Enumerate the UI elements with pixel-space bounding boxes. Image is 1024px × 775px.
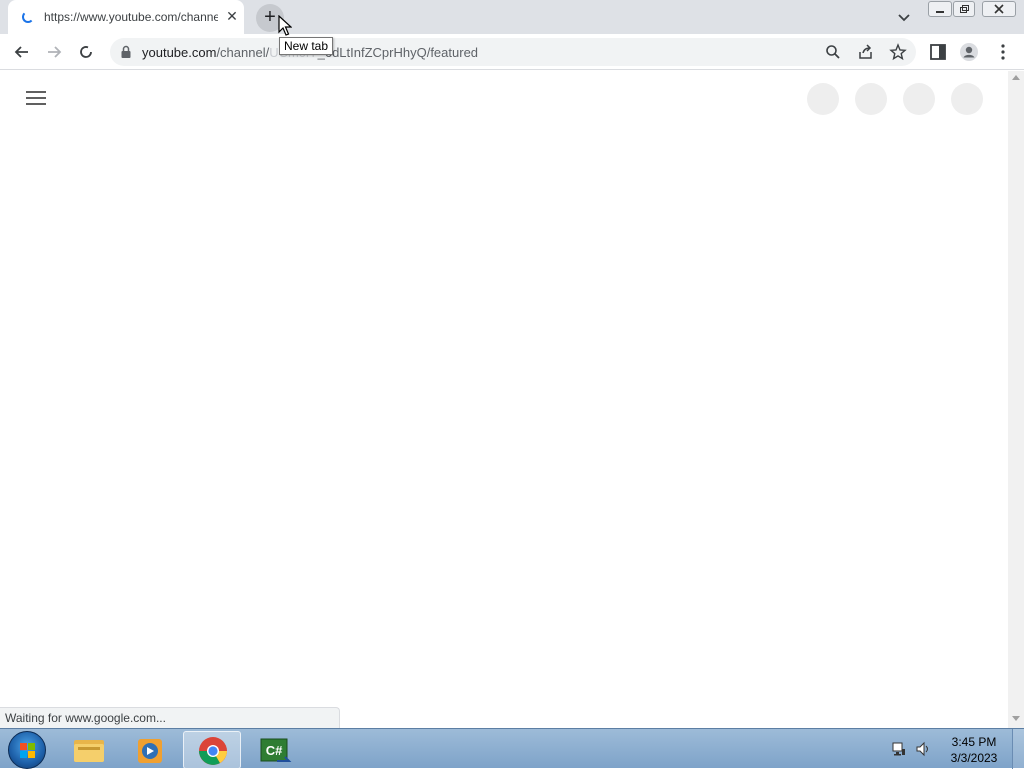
placeholder-avatar xyxy=(807,83,839,115)
url-path: /channel/ xyxy=(216,45,270,60)
url-host: youtube.com xyxy=(142,45,217,60)
bookmark-star-icon[interactable] xyxy=(889,43,907,61)
side-panel-icon[interactable] xyxy=(927,41,949,63)
clock-time: 3:45 PM xyxy=(951,735,997,749)
page-content xyxy=(0,71,1008,728)
close-window-button[interactable] xyxy=(982,1,1016,17)
status-bubble: Waiting for www.google.com... xyxy=(0,707,340,728)
taskbar-media-player[interactable] xyxy=(121,731,179,769)
show-desktop-button[interactable] xyxy=(1012,729,1024,769)
scroll-up-arrow-icon[interactable] xyxy=(1012,75,1020,80)
more-menu-icon[interactable] xyxy=(992,41,1014,63)
arrow-right-icon[interactable] xyxy=(43,41,65,63)
taskbar-chrome[interactable] xyxy=(183,731,241,769)
profile-avatar-icon[interactable] xyxy=(958,41,980,63)
system-clock[interactable]: 3:45 PM 3/3/2023 xyxy=(940,734,1008,766)
chevron-down-icon[interactable] xyxy=(894,7,914,27)
placeholder-avatar xyxy=(903,83,935,115)
network-icon[interactable] xyxy=(891,741,907,757)
address-bar[interactable]: youtube.com/channel/UCm0iY_6dLtInfZCprHh… xyxy=(110,38,916,66)
lock-icon[interactable] xyxy=(120,45,132,59)
windows-logo-icon xyxy=(20,743,35,758)
browser-tab-youtube[interactable]: https://www.youtube.com/channel/UCm0iY_6… xyxy=(8,0,244,34)
taskbar-file-explorer[interactable] xyxy=(60,731,118,769)
taskbar-csharp-app[interactable]: C# xyxy=(245,731,303,769)
vertical-scrollbar[interactable] xyxy=(1008,71,1024,728)
start-button[interactable] xyxy=(8,731,46,769)
svg-text:C#: C# xyxy=(266,743,283,758)
restore-button[interactable] xyxy=(953,1,975,17)
windows-taskbar: C# 3:45 PM 3/3/2023 xyxy=(0,728,1024,769)
zoom-search-icon[interactable] xyxy=(824,43,842,61)
placeholder-avatar xyxy=(855,83,887,115)
mouse-cursor-icon xyxy=(278,15,292,36)
clock-date: 3/3/2023 xyxy=(950,751,998,765)
tab-title: https://www.youtube.com/channel/UCm0iY_6… xyxy=(44,10,218,24)
loading-spinner-icon xyxy=(22,11,34,23)
new-tab-tooltip: New tab xyxy=(279,37,334,55)
chrome-icon xyxy=(199,737,227,765)
hamburger-menu-icon[interactable] xyxy=(26,91,46,107)
arrow-left-icon[interactable] xyxy=(11,41,33,63)
media-player-icon xyxy=(138,739,162,763)
reload-icon[interactable] xyxy=(75,41,97,63)
minimize-button[interactable] xyxy=(928,1,952,17)
csharp-icon: C# xyxy=(260,738,292,762)
folder-icon xyxy=(74,740,104,762)
url-path-end: _6dLtInfZCprHhyQ/featured xyxy=(317,45,479,60)
close-icon[interactable]: ✕ xyxy=(224,8,240,24)
scroll-down-arrow-icon[interactable] xyxy=(1012,716,1020,721)
placeholder-avatar xyxy=(951,83,983,115)
browser-toolbar: youtube.com/channel/UCm0iY_6dLtInfZCprHh… xyxy=(0,34,1024,70)
volume-icon[interactable] xyxy=(915,741,931,757)
share-icon[interactable] xyxy=(857,43,875,61)
tab-strip: https://www.youtube.com/channel/UCm0iY_6… xyxy=(0,0,1024,34)
